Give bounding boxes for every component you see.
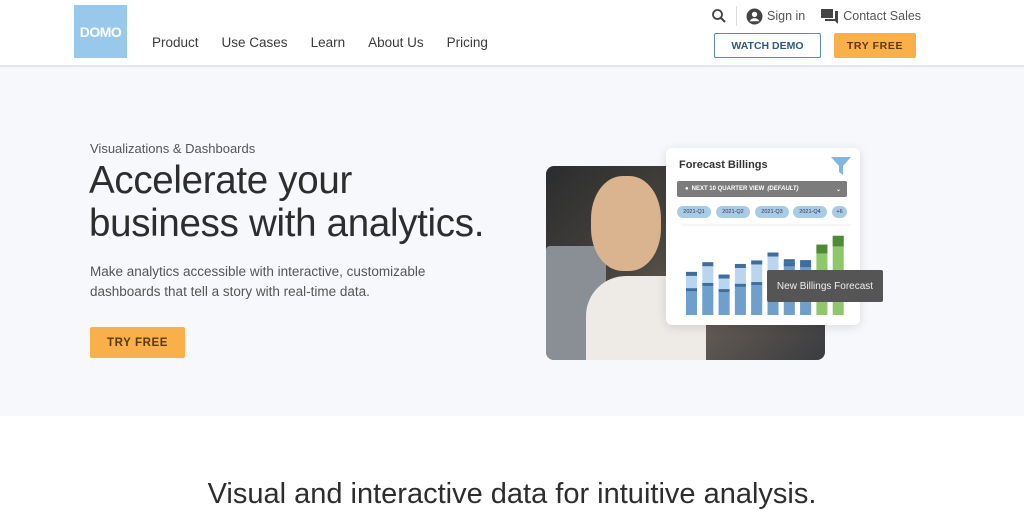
nav-pricing[interactable]: Pricing	[447, 35, 488, 50]
actual-bar-base	[686, 291, 697, 315]
actual-bar-band	[800, 260, 812, 264]
chart-tooltip: New Billings Forecast	[767, 270, 883, 302]
nav-product[interactable]: Product	[152, 35, 199, 50]
hero-subtitle-line: dashboards that tell a story with real-t…	[90, 283, 370, 299]
globe-icon: ●	[685, 186, 689, 192]
chevron-down-icon: ⌄	[835, 186, 841, 193]
actual-bar-band	[734, 283, 746, 287]
sign-in-link[interactable]: Sign in	[767, 9, 805, 23]
view-select-label: NEXT 10 QUARTER VIEW	[691, 186, 765, 192]
main-nav: Product Use Cases Learn About Us Pricing	[152, 35, 511, 50]
actual-bar-band	[686, 288, 697, 292]
actual-bar-cap	[718, 274, 730, 279]
hero-title-line: Accelerate your	[89, 159, 352, 202]
actual-bar-band	[718, 289, 730, 293]
actual-bar-band	[702, 282, 714, 286]
actual-bar-base	[702, 285, 714, 315]
hero-eyebrow: Visualizations & Dashboards	[90, 141, 256, 156]
utility-nav: Sign in Contact Sales	[711, 6, 921, 26]
actual-bar-cap	[767, 252, 779, 257]
nav-use-cases[interactable]: Use Cases	[222, 35, 288, 50]
hero-subtitle-line: Make analytics accessible with interacti…	[90, 264, 426, 279]
hero-subtitle: Make analytics accessible with interacti…	[90, 262, 425, 301]
person-face	[591, 176, 661, 271]
actual-bar-cap	[734, 263, 746, 268]
actual-bar-cap	[783, 262, 795, 267]
view-select[interactable]: ● NEXT 10 QUARTER VIEW (DEFAULT) ⌄	[677, 181, 847, 197]
actual-bar-cap	[686, 271, 697, 276]
filter-icon[interactable]	[831, 157, 851, 175]
contact-sales-link[interactable]: Contact Sales	[843, 9, 921, 23]
actual-bar-band	[783, 259, 795, 263]
card-title: Forecast Billings	[679, 159, 768, 171]
chat-icon	[821, 8, 839, 24]
divider	[736, 6, 737, 26]
actual-bar-base	[734, 286, 746, 315]
more-chips[interactable]: +6	[832, 206, 847, 218]
actual-bar-base	[718, 292, 730, 315]
hero-title-line: business with analytics.	[89, 202, 485, 245]
actual-bar-cap	[702, 262, 714, 267]
actual-bar-base	[751, 285, 763, 315]
forecast-bar-top	[832, 235, 844, 247]
hero-title: Accelerate your business with analytics.	[89, 159, 484, 245]
hero-try-free-button[interactable]: TRY FREE	[90, 327, 185, 358]
actual-bar-cap	[800, 263, 812, 268]
quarter-chip[interactable]: 2021-Q3	[755, 206, 789, 218]
nav-about-us[interactable]: About Us	[368, 35, 424, 50]
quarter-chip[interactable]: 2021-Q2	[716, 206, 750, 218]
actual-bar-cap	[751, 260, 763, 265]
quarter-chip[interactable]: 2021-Q4	[793, 206, 827, 218]
header-try-free-button[interactable]: TRY FREE	[834, 33, 916, 58]
actual-bar-band	[751, 282, 763, 286]
watch-demo-button[interactable]: WATCH DEMO	[714, 33, 821, 58]
quarter-chip[interactable]: 2021-Q1	[677, 206, 711, 218]
account-icon	[746, 8, 763, 24]
view-default-label: (DEFAULT)	[767, 186, 799, 192]
nav-learn[interactable]: Learn	[311, 35, 346, 50]
site-header: DOMO Product Use Cases Learn About Us Pr…	[0, 0, 1024, 67]
search-icon[interactable]	[711, 8, 727, 24]
domo-logo[interactable]: DOMO	[74, 5, 127, 58]
section-title: Visual and interactive data for intuitiv…	[207, 478, 817, 510]
forecast-bar-top	[816, 244, 828, 254]
